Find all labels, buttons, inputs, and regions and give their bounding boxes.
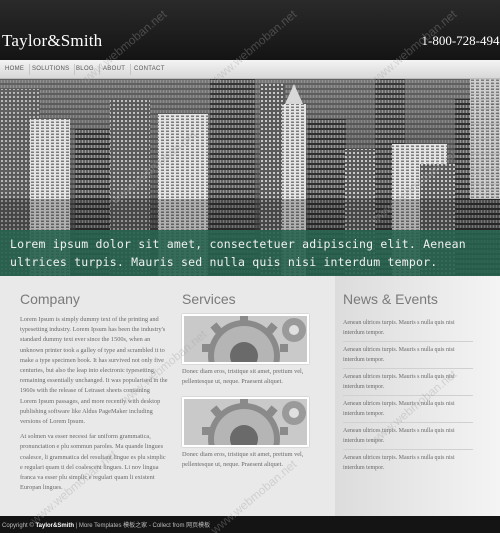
site-header: Taylor&Smith 1-800-728-4945 <box>0 0 500 60</box>
phone-number: 1-800-728-4945 <box>421 33 500 48</box>
news-column <box>335 276 500 516</box>
nav-contact[interactable]: CONTACT <box>129 64 170 75</box>
main-nav: HOME SOLUTIONS BLOG ABOUT CONTACT <box>0 60 500 79</box>
footer-copyright: Copyright © <box>2 523 34 529</box>
gear-icon <box>184 316 307 362</box>
company-text: Lorem Ipsum is simply dummy text of the … <box>20 315 168 498</box>
news-item[interactable]: Aenean ultrices turpis. Mauris s nulla q… <box>343 372 473 392</box>
news-item[interactable]: Aenean ultrices turpis. Mauris s nulla q… <box>343 345 473 365</box>
company-paragraph-2: At solmen va esser necessi far uniform g… <box>20 433 166 492</box>
company-paragraph-1: Lorem Ipsum is simply dummy text of the … <box>20 316 168 426</box>
news-divider <box>343 368 473 369</box>
company-title: Company <box>20 291 80 307</box>
news-item[interactable]: Aenean ultrices turpis. Mauris s nulla q… <box>343 426 473 446</box>
footer-text: Copyright © Taylor&Smith | More Template… <box>2 520 210 529</box>
nav-blog[interactable]: BLOG <box>71 64 100 75</box>
news-divider <box>343 449 473 450</box>
news-item[interactable]: Aenean ultrices turpis. Mauris s nulla q… <box>343 318 473 338</box>
footer-links[interactable]: | More Templates 模板之家 - Collect from 网页模… <box>74 523 210 529</box>
news-divider <box>343 395 473 396</box>
news-title: News & Events <box>343 291 438 307</box>
news-item[interactable]: Aenean ultrices turpis. Mauris s nulla q… <box>343 399 473 419</box>
gear-icon <box>184 399 307 445</box>
footer-brand[interactable]: Taylor&Smith <box>35 523 74 529</box>
banner-caption-text: Lorem ipsum dolor sit amet, consectetuer… <box>10 237 466 269</box>
service-image-1[interactable] <box>182 314 309 364</box>
nav-solutions[interactable]: SOLUTIONS <box>27 64 76 75</box>
service-text-2: Donec diam eros, tristique sit amet, pre… <box>182 451 304 468</box>
news-item[interactable]: Aenean ultrices turpis. Mauris s nulla q… <box>343 453 473 473</box>
service-image-2[interactable] <box>182 397 309 447</box>
news-divider <box>343 422 473 423</box>
service-text-1: Donec diam eros, tristique sit amet, pre… <box>182 368 304 385</box>
banner-caption: Lorem ipsum dolor sit amet, consectetuer… <box>0 230 500 276</box>
news-divider <box>343 341 473 342</box>
nav-home[interactable]: HOME <box>0 64 31 75</box>
site-logo[interactable]: Taylor&Smith <box>2 31 102 51</box>
site-footer: Copyright © Taylor&Smith | More Template… <box>0 516 500 533</box>
nav-about[interactable]: ABOUT <box>98 64 132 75</box>
services-title: Services <box>182 291 236 307</box>
